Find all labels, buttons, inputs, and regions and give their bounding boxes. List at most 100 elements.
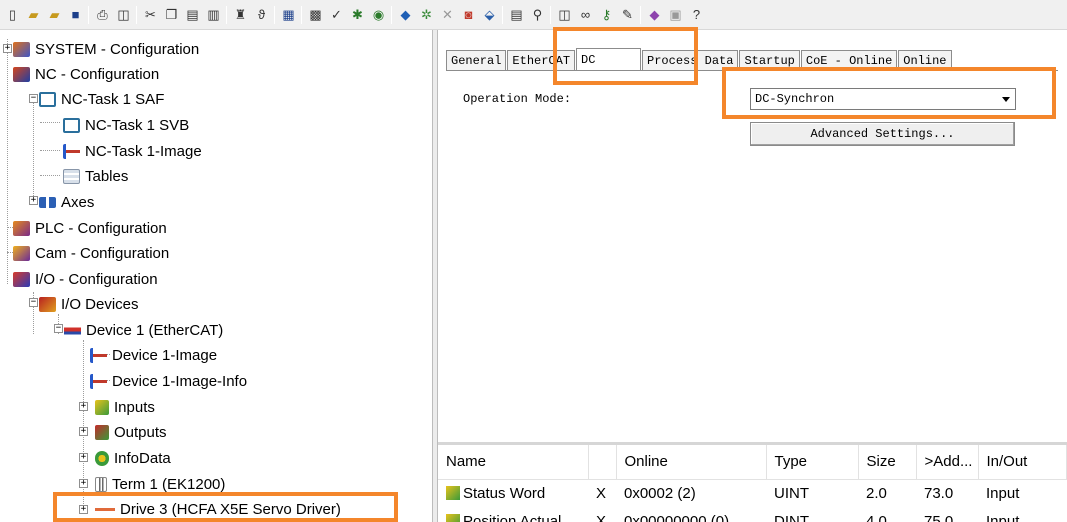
tree-item-label: NC-Task 1-Image [85,142,202,160]
find-icon[interactable]: ♜ [231,5,250,24]
help-icon[interactable]: ? [687,5,706,24]
tree-item-label: Outputs [114,423,167,441]
scan-icon[interactable]: ✕ [438,5,457,24]
print-preview-icon[interactable]: ◫ [114,5,133,24]
column-header-online[interactable]: Online [616,445,767,480]
tree-item-infodata[interactable]: InfoData [95,446,171,470]
variable-name-cell: Position Actual [438,507,588,522]
toolbar-separator [136,6,137,24]
cut-icon[interactable]: ✂ [141,5,160,24]
toolbar-separator [550,6,551,24]
activate-config-icon[interactable]: ▩ [306,5,325,24]
replace-icon[interactable]: ϑ [252,5,271,24]
type-cell: UINT [774,484,809,502]
tree-item-tables[interactable]: Tables [63,164,128,188]
save-icon[interactable]: ■ [66,5,85,24]
variable-table: Name Online Type Size >Add... In/Out Sta… [438,445,1067,522]
open-icon[interactable]: ▰ [24,5,43,24]
inputs-icon [95,399,109,415]
tree-item-inputs[interactable]: Inputs [95,395,155,419]
tree-item-axes[interactable]: Axes [39,190,94,214]
view-icon[interactable]: ⬙ [480,5,499,24]
config-tree[interactable]: + − + − − + + + + + SYSTEM - Configurati… [0,30,432,522]
tab-general[interactable]: General [446,50,507,70]
paste-special-icon[interactable]: ▥ [204,5,223,24]
tree-item-label: Device 1-Image-Info [112,372,248,390]
free-run-icon[interactable]: ✲ [417,5,436,24]
check-icon[interactable]: ✓ [327,5,346,24]
tree-item-label: Term 1 (EK1200) [112,475,226,493]
tree-item-label: InfoData [114,449,171,467]
table-row[interactable]: Status Word X 0x0002 (2) UINT 2.0 73.0 I… [438,479,1067,507]
tree-item-device-image-info[interactable]: Device 1-Image-Info [90,369,247,393]
toolbar-separator [502,6,503,24]
expand-toggle[interactable]: + [79,479,88,488]
flag-cell: X [596,484,607,502]
tree-item-system-configuration[interactable]: SYSTEM - Configuration [13,37,199,61]
tree-item-nc-task-image[interactable]: NC-Task 1-Image [63,139,202,163]
collapse-toggle[interactable]: − [29,298,38,307]
link-icon[interactable]: ⚷ [597,5,616,24]
toolbar: ▯ ▰ ▰ ■ ⎙ ◫ ✂ ❐ ▤ ▥ ♜ ϑ ▦ ▩ ✓ ✱ ◉ ◆ ✲ ✕ … [0,0,1067,30]
goggles-icon[interactable]: ◫ [555,5,574,24]
copy-icon[interactable]: ❐ [162,5,181,24]
toggle-icon[interactable]: ◙ [459,5,478,24]
tree-item-outputs[interactable]: Outputs [95,420,167,444]
column-header-flag[interactable] [588,445,617,480]
info-icon[interactable]: ◆ [645,5,664,24]
paste-icon[interactable]: ▤ [183,5,202,24]
table-header-row: Name Online Type Size >Add... In/Out [438,445,1067,480]
tree-item-label: NC - Configuration [35,65,160,83]
input-variable-icon [446,485,460,500]
expand-toggle[interactable]: + [79,453,88,462]
network-icon[interactable]: ▦ [279,5,298,24]
new-icon[interactable]: ▯ [3,5,22,24]
collapse-toggle[interactable]: − [29,94,38,103]
tree-item-label: Device 1-Image [112,346,218,364]
expand-toggle[interactable]: + [3,44,12,53]
operation-mode-label: Operation Mode: [463,92,572,106]
help-book-icon[interactable]: ✎ [618,5,637,24]
tree-item-io-configuration[interactable]: I/O - Configuration [13,267,158,291]
target-icon[interactable]: ◉ [369,5,388,24]
expand-toggle[interactable]: + [79,402,88,411]
tree-item-label: Inputs [114,398,155,416]
column-header-address[interactable]: >Add... [916,445,979,480]
check-config-icon[interactable]: ∞ [576,5,595,24]
cam-icon [13,245,30,261]
tree-item-label: I/O - Configuration [35,270,158,288]
build-icon[interactable]: ✱ [348,5,367,24]
tree-item-plc-configuration[interactable]: PLC - Configuration [13,216,167,240]
expand-toggle[interactable]: + [29,196,38,205]
tree-item-nc-task-saf[interactable]: NC-Task 1 SAF [39,87,164,111]
plc-icon [13,220,30,236]
column-header-type[interactable]: Type [766,445,859,480]
highlight-dc-tab [553,27,698,85]
tree-item-label: Device 1 (EtherCAT) [86,321,224,339]
tree-item-label: NC-Task 1 SAF [61,90,165,108]
tree-item-cam-configuration[interactable]: Cam - Configuration [13,241,169,265]
column-header-name[interactable]: Name [438,445,589,480]
tree-item-io-devices[interactable]: I/O Devices [39,292,139,316]
tree-item-nc-configuration[interactable]: NC - Configuration [13,62,159,86]
run-icon[interactable]: ◆ [396,5,415,24]
tree-item-label: NC-Task 1 SVB [85,116,190,134]
tree-item-label: I/O Devices [61,295,139,313]
compare-icon[interactable]: ⚲ [528,5,547,24]
zoom-icon[interactable]: ▤ [507,5,526,24]
address-cell: 75.0 [924,512,954,522]
online-value-cell: 0x0002 (2) [624,484,696,502]
column-header-size[interactable]: Size [858,445,917,480]
tree-item-nc-task-svb[interactable]: NC-Task 1 SVB [63,113,189,137]
tree-item-device-image[interactable]: Device 1-Image [90,343,217,367]
expand-toggle[interactable]: + [79,427,88,436]
info-icon[interactable]: ▣ [666,5,685,24]
advanced-settings-button[interactable]: Advanced Settings... [750,122,1015,146]
tree-item-label: Tables [85,167,129,185]
collapse-toggle[interactable]: − [54,324,63,333]
open-folder-icon[interactable]: ▰ [45,5,64,24]
column-header-in-out[interactable]: In/Out [978,445,1067,480]
table-row[interactable]: Position Actual X 0x00000000 (0) DINT 4.… [438,507,1067,522]
print-icon[interactable]: ⎙ [93,5,112,24]
tree-item-device-ethercat[interactable]: Device 1 (EtherCAT) [64,318,223,342]
